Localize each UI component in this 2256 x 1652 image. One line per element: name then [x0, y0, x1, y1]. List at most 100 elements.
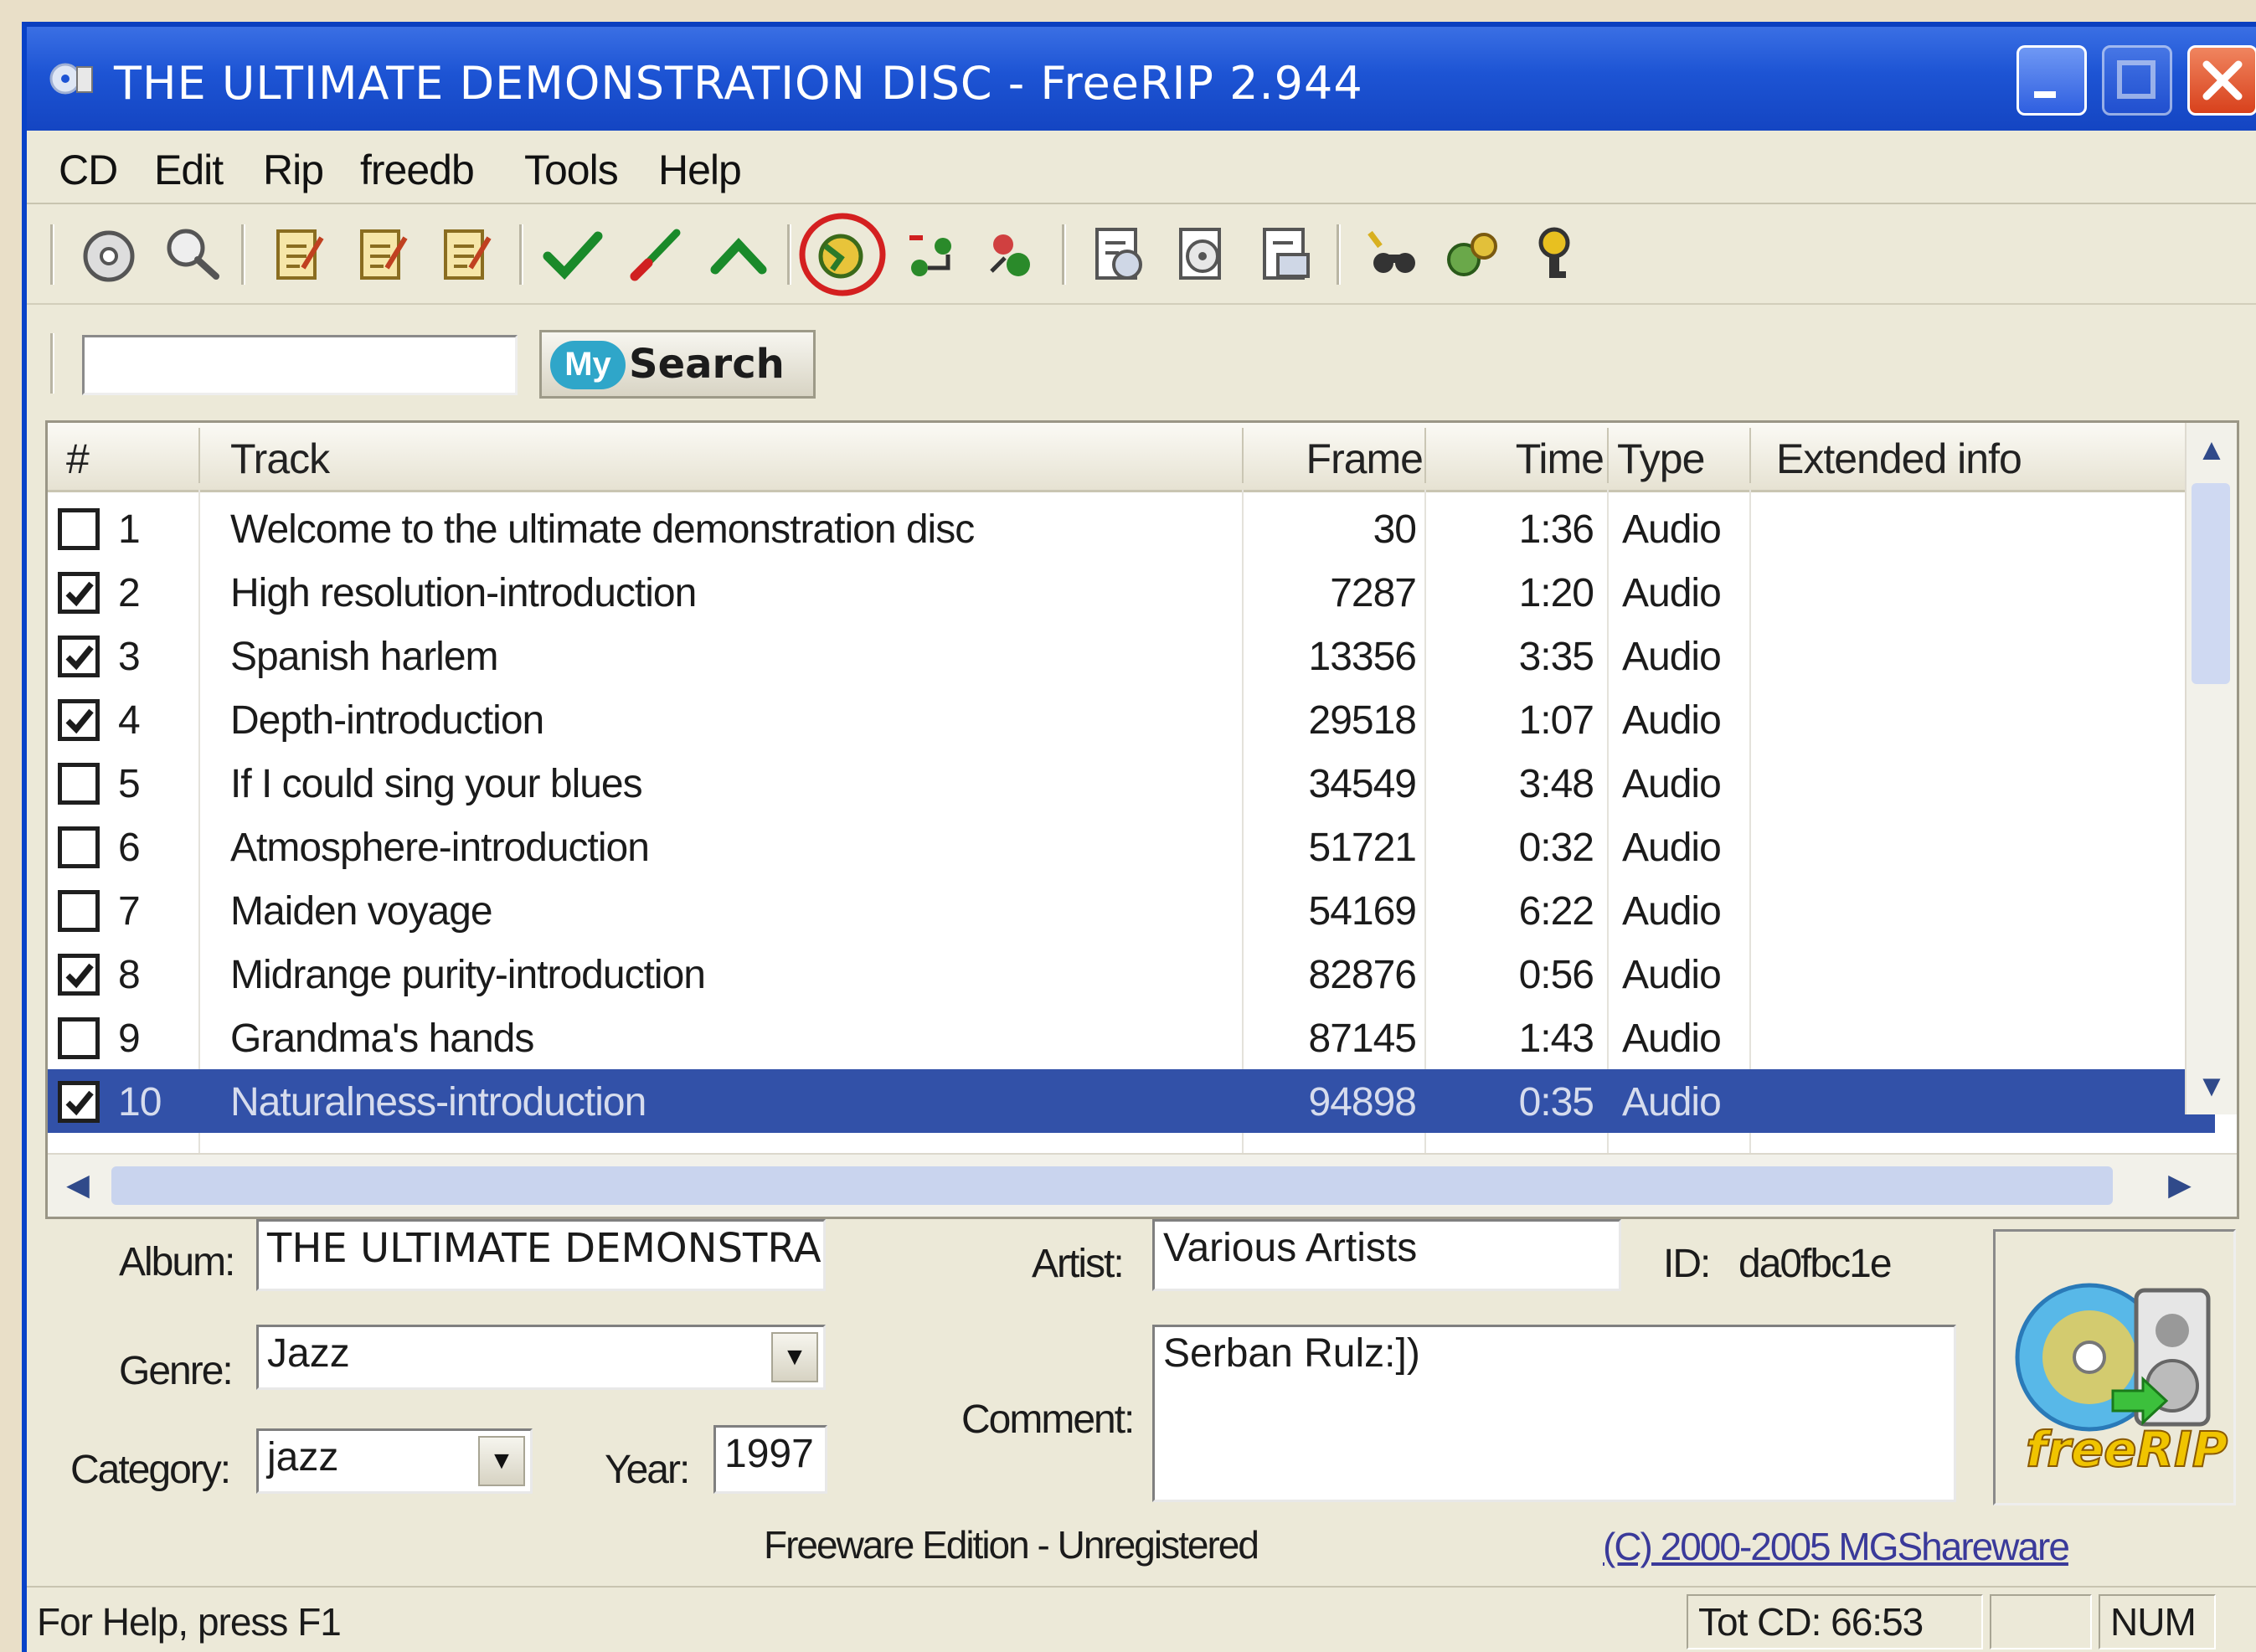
track-time: 0:56 — [1518, 953, 1594, 997]
track-number: 7 — [118, 889, 141, 934]
track-title: If I could sing your blues — [230, 762, 643, 806]
column-frame[interactable]: Frame — [1306, 435, 1424, 483]
checkbox-unchecked[interactable] — [58, 826, 100, 868]
chevron-down-icon[interactable]: ▼ — [771, 1332, 818, 1382]
vertical-scroll-thumb[interactable] — [2192, 483, 2230, 684]
column-type[interactable]: Type — [1617, 435, 1705, 483]
cd-play-icon[interactable] — [75, 221, 142, 288]
toolbar-separator — [50, 224, 54, 285]
track-time: 1:07 — [1518, 698, 1594, 743]
table-row[interactable]: 5 If I could sing your blues 34549 3:48 Audi… — [48, 751, 2215, 815]
genre-label: Genre: — [119, 1349, 234, 1393]
scroll-down-icon[interactable]: ▼ — [2193, 1068, 2230, 1104]
checkbox-checked[interactable] — [58, 699, 100, 741]
title-bar[interactable]: THE ULTIMATE DEMONSTRATION DISC - FreeRI… — [27, 27, 2256, 131]
report-icon[interactable] — [1169, 221, 1236, 288]
convert-icon[interactable] — [898, 221, 965, 288]
column-divider[interactable] — [1242, 428, 1244, 483]
status-blank-pane — [1990, 1594, 2092, 1649]
check-all-icon[interactable] — [539, 221, 606, 288]
track-frame: 29518 — [1308, 698, 1417, 743]
year-field[interactable]: 1997 — [713, 1425, 827, 1494]
column-track[interactable]: Track — [230, 435, 330, 483]
settings-icon[interactable] — [1439, 221, 1506, 288]
scroll-left-icon[interactable]: ◀ — [59, 1166, 96, 1203]
edit-tags-icon[interactable] — [432, 221, 499, 288]
column-divider[interactable] — [1607, 428, 1609, 483]
checkbox-checked[interactable] — [58, 1081, 100, 1123]
column-divider[interactable] — [1424, 428, 1426, 483]
maximize-button[interactable] — [2102, 45, 2172, 116]
horizontal-scrollbar[interactable]: ◀ ▶ — [48, 1153, 2237, 1217]
track-number: 9 — [118, 1016, 141, 1061]
track-time: 1:20 — [1518, 571, 1594, 615]
uncheck-icon[interactable] — [623, 221, 690, 288]
checkbox-unchecked[interactable] — [58, 763, 100, 805]
menu-bar: CD Edit Rip freedb Tools Help — [27, 131, 2256, 204]
track-list[interactable]: # Track Frame Time Type Extended info 1 W… — [45, 420, 2239, 1219]
column-divider[interactable] — [1749, 428, 1751, 483]
comment-label: Comment: — [961, 1397, 1135, 1442]
mysearch-label: Search — [629, 341, 785, 388]
checkbox-unchecked[interactable] — [58, 890, 100, 932]
menu-tools[interactable]: Tools — [524, 146, 619, 194]
table-row[interactable]: 7 Maiden voyage 54169 6:22 Audio — [48, 878, 2215, 942]
invert-check-icon[interactable] — [705, 221, 772, 288]
checkbox-checked[interactable] — [58, 572, 100, 614]
category-dropdown[interactable]: jazz ▼ — [256, 1428, 533, 1494]
toolbar — [27, 204, 2256, 305]
checkbox-unchecked[interactable] — [58, 1017, 100, 1059]
table-row[interactable]: 8 Midrange purity-introduction 82876 0:56 Au… — [48, 942, 2215, 1006]
menu-cd[interactable]: CD — [59, 146, 118, 194]
checkbox-checked[interactable] — [58, 954, 100, 996]
menu-rip[interactable]: Rip — [263, 146, 324, 194]
menu-edit[interactable]: Edit — [154, 146, 224, 194]
artist-field[interactable]: Various Artists — [1152, 1219, 1621, 1291]
track-number: 3 — [118, 635, 141, 679]
column-divider[interactable] — [198, 428, 200, 483]
track-time: 0:35 — [1518, 1080, 1594, 1124]
track-type: Audio — [1622, 635, 1722, 679]
column-time[interactable]: Time — [1516, 435, 1604, 483]
table-row[interactable]: 10 Naturalness-introduction 94898 0:35 Audio — [48, 1069, 2215, 1133]
album-field[interactable]: THE ULTIMATE DEMONSTRA — [256, 1219, 826, 1291]
table-row[interactable]: 1 Welcome to the ultimate demonstration d… — [48, 497, 2215, 560]
mysearch-button[interactable]: My Search — [539, 330, 816, 399]
minimize-button[interactable] — [2016, 45, 2087, 116]
menu-help[interactable]: Help — [658, 146, 742, 194]
close-button[interactable] — [2187, 45, 2256, 116]
artist-label: Artist: — [1032, 1242, 1125, 1286]
scroll-up-icon[interactable]: ▲ — [2193, 431, 2230, 468]
copyright-link[interactable]: (C) 2000-2005 MGShareware — [1603, 1524, 2070, 1569]
comment-field[interactable]: Serban Rulz:]) — [1152, 1325, 1956, 1502]
table-row[interactable]: 3 Spanish harlem 13356 3:35 Audio — [48, 624, 2215, 687]
scroll-right-icon[interactable]: ▶ — [2161, 1166, 2198, 1203]
table-row[interactable]: 6 Atmosphere-introduction 51721 0:32 Audio — [48, 815, 2215, 878]
convert-icon[interactable] — [980, 221, 1047, 288]
checkbox-unchecked[interactable] — [58, 508, 100, 550]
checkmark-icon — [65, 645, 94, 671]
menu-freedb[interactable]: freedb — [360, 146, 475, 194]
track-frame: 51721 — [1308, 826, 1417, 870]
genre-dropdown[interactable]: Jazz ▼ — [256, 1325, 826, 1390]
edition-text: Freeware Edition - Unregistered — [764, 1523, 1259, 1567]
search-input[interactable] — [82, 335, 518, 395]
column-number[interactable]: # — [66, 435, 90, 483]
lookup-icon[interactable] — [1358, 221, 1425, 288]
track-type: Audio — [1622, 698, 1722, 743]
help-icon[interactable] — [1521, 221, 1588, 288]
edit-tags-icon[interactable] — [348, 221, 415, 288]
table-row[interactable]: 9 Grandma's hands 87145 1:43 Audio — [48, 1006, 2215, 1069]
table-row[interactable]: 4 Depth-introduction 29518 1:07 Audio — [48, 687, 2215, 751]
report-icon[interactable] — [1253, 221, 1320, 288]
horizontal-scroll-thumb[interactable] — [111, 1166, 2113, 1205]
edit-tags-icon[interactable] — [265, 221, 332, 288]
vertical-scrollbar[interactable]: ▲ ▼ — [2185, 423, 2237, 1114]
id-label: ID: — [1663, 1242, 1711, 1286]
report-icon[interactable] — [1085, 221, 1152, 288]
table-row[interactable]: 2 High resolution-introduction 7287 1:20 Aud… — [48, 560, 2215, 624]
chevron-down-icon[interactable]: ▼ — [478, 1436, 525, 1486]
cd-search-icon[interactable] — [157, 221, 224, 288]
checkbox-checked[interactable] — [58, 636, 100, 677]
column-extended-info[interactable]: Extended info — [1776, 435, 2022, 483]
